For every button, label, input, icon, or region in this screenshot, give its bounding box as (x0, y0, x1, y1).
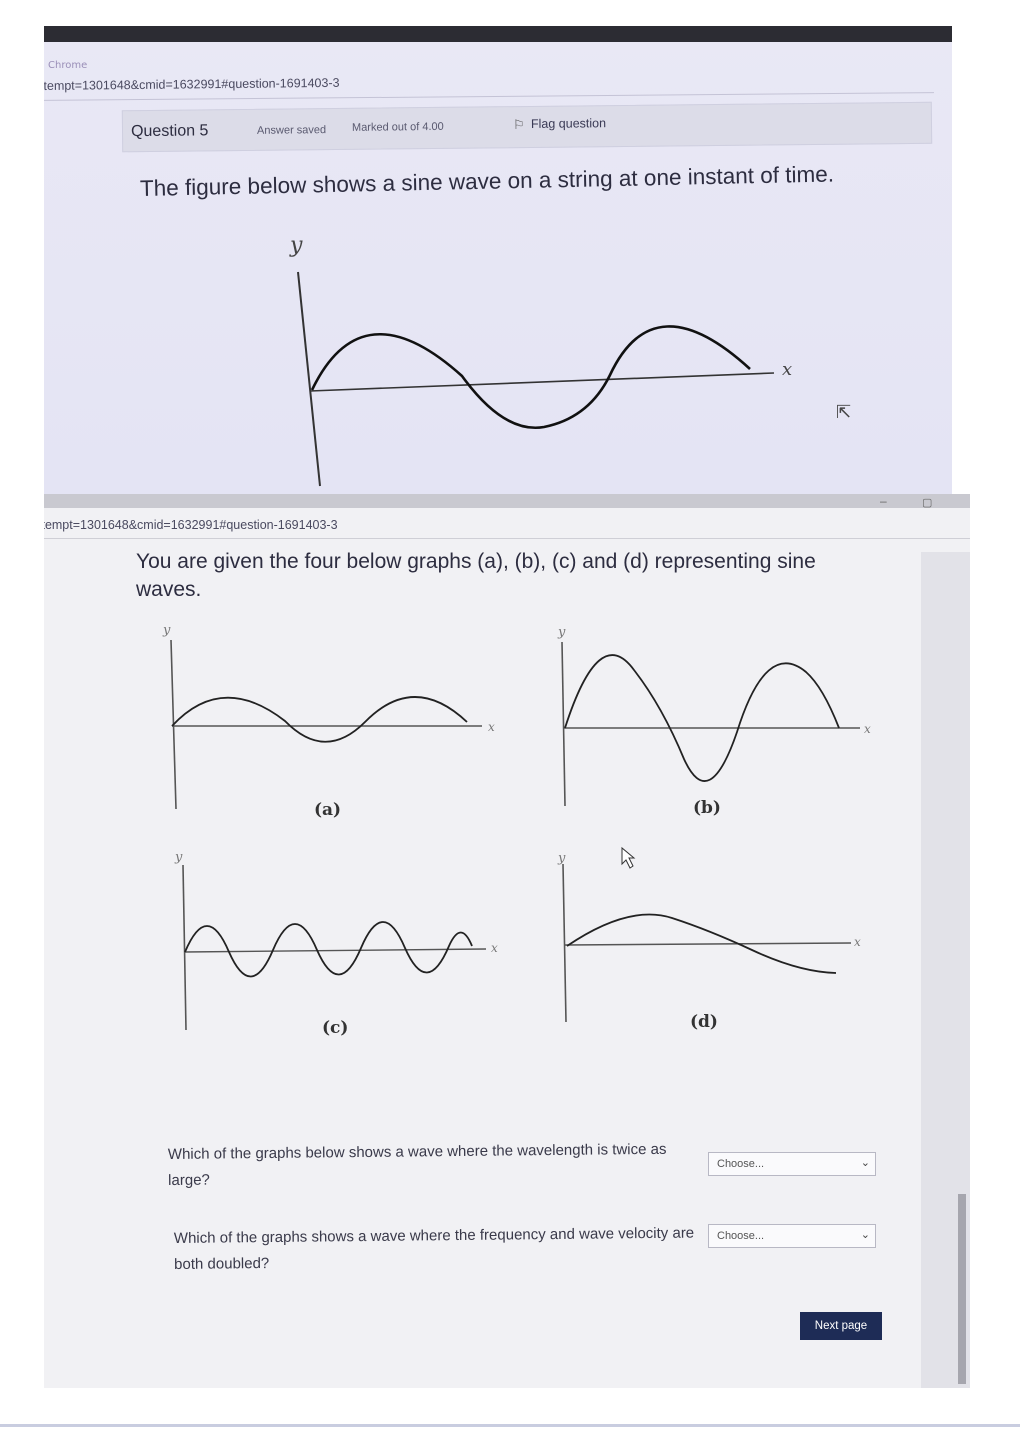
main-wave-figure: y x (289, 233, 792, 487)
x-axis-label: x (782, 359, 792, 380)
graph-c-label: (c) (322, 1018, 348, 1038)
graph-c-y-axis (182, 864, 187, 1031)
graph-d-x-axis (564, 942, 852, 946)
answer-select-1-value: Choose... (717, 1158, 765, 1170)
graph-d-y-label: y (557, 851, 566, 866)
graph-b-y-axis (561, 641, 566, 807)
question-1-text: Which of the graphs below shows a wave w… (167, 1140, 667, 1189)
x-axis (309, 372, 775, 392)
graph-b-y-label: y (557, 625, 566, 640)
graph-a-y-label: y (162, 623, 171, 638)
graph-d-label: (d) (690, 1012, 718, 1032)
graph-b: y x (b) (557, 625, 871, 818)
graph-a-label: (a) (314, 800, 341, 820)
graph-c-y-label: y (174, 850, 183, 865)
answer-select-2[interactable]: Choose... ⌄ (708, 1224, 876, 1248)
top-screen-photo: Chrome ttempt=1301648&cmid=1632991#quest… (44, 26, 952, 494)
y-axis-label: y (289, 233, 303, 258)
answer-select-2-value: Choose... (717, 1230, 765, 1242)
graph-d: y x (d) (557, 851, 861, 1032)
cursor-icon: ⇱ (836, 402, 852, 422)
chevron-down-icon: ⌄ (860, 1229, 870, 1241)
graph-c: y x (c) (174, 850, 498, 1038)
chevron-down-icon: ⌄ (860, 1157, 870, 1169)
graph-a-x-label: x (488, 720, 495, 734)
graph-c-x-label: x (491, 941, 498, 955)
graph-a-wave (171, 696, 468, 743)
bottom-screen-photo: – ▢ ttempt=1301648&cmid=1632991#question… (44, 494, 970, 1388)
graph-b-wave (564, 654, 840, 782)
graph-b-label: (b) (693, 798, 721, 818)
graph-b-x-label: x (864, 722, 871, 736)
page-bottom-border (0, 1424, 1020, 1427)
answer-select-1[interactable]: Choose... ⌄ (708, 1152, 876, 1176)
question-2-text: Which of the graphs shows a wave where t… (173, 1224, 695, 1273)
graph-a: y x (a) (162, 623, 495, 820)
graph-d-x-label: x (854, 935, 861, 949)
cursor-icon (621, 846, 636, 869)
next-page-button[interactable]: Next page (800, 1312, 882, 1340)
graph-d-y-axis (562, 863, 567, 1023)
